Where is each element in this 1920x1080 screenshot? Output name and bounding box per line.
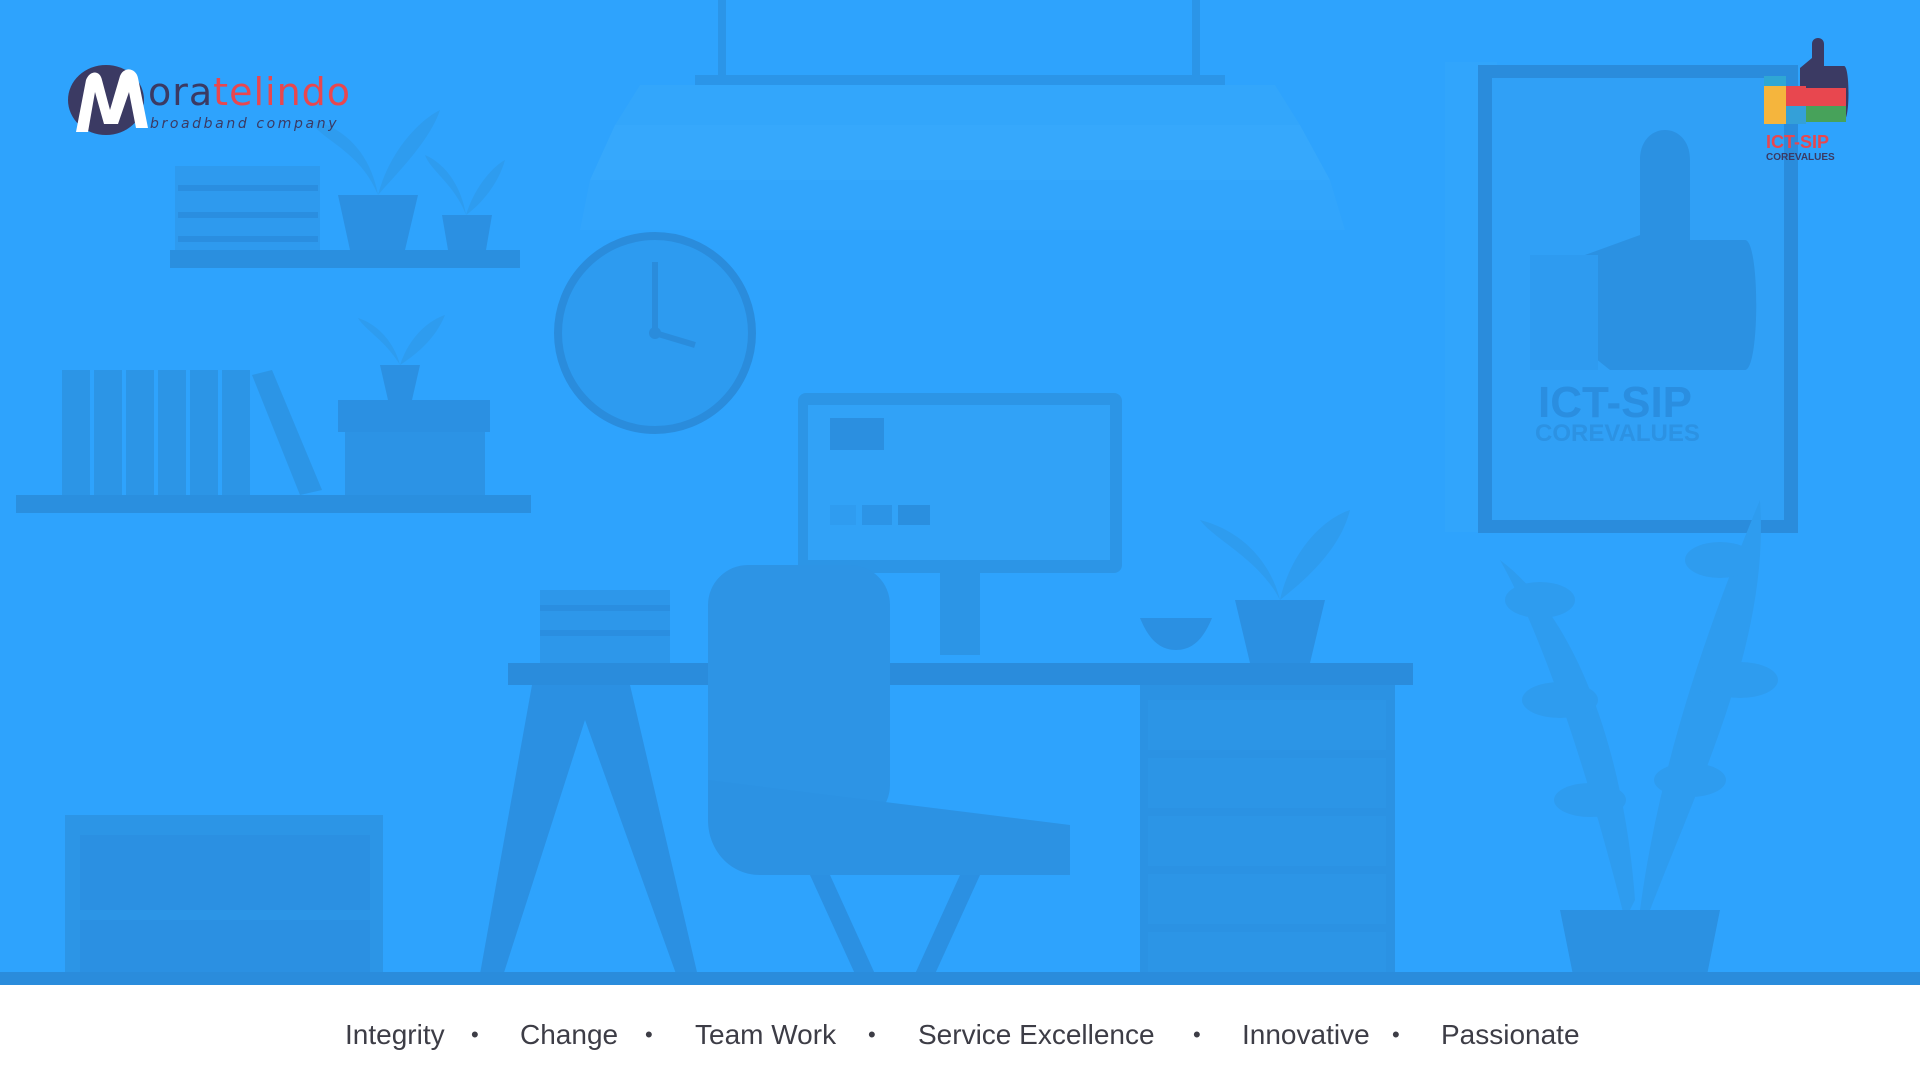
value-service-excellence: Service Excellence [918,1019,1155,1050]
value-change: Change [520,1019,619,1050]
logo-m-icon [68,65,148,135]
badge-subtitle: COREVALUES [1766,152,1835,163]
lower-shelf [16,315,531,513]
value-separator: • [1392,1022,1400,1047]
value-innovative: Innovative [1242,1019,1370,1050]
value-integrity: Integrity [345,1019,445,1050]
badge-title: ICT-SIP [1766,132,1830,152]
brand-name-dark: ora [148,70,214,114]
brand-tagline: broadband company [150,116,340,132]
core-values-footer: Integrity • Change • Team Work • Service… [0,985,1920,1080]
brand-name-red: telindo [213,70,352,114]
floor-line [0,972,1920,985]
ceiling-lamp-icon [580,0,1345,230]
value-passionate: Passionate [1441,1019,1580,1050]
poster-subtitle: COREVALUES [1535,420,1700,447]
moratelindo-logo: oratelindo broadband company [66,62,376,142]
brand-name: oratelindo [148,72,351,112]
framed-poster [1445,62,1798,533]
office-illustration-background: ICT-SIP COREVALUES [0,0,1920,985]
value-team-work: Team Work [695,1019,837,1050]
wall-clock-icon [554,232,756,434]
office-scene [0,0,1920,985]
side-cabinet [65,815,383,985]
value-separator: • [868,1022,876,1047]
value-separator: • [471,1022,479,1047]
thumbs-up-puzzle-icon [1764,38,1849,124]
core-values-list: Integrity • Change • Team Work • Service… [0,1015,1920,1055]
ict-sip-corevalues-badge: ICT-SIP COREVALUES [1756,38,1852,166]
value-separator: • [1193,1022,1201,1047]
office-chair [708,565,1070,985]
value-separator: • [645,1022,653,1047]
floor-plant-icon [1500,500,1778,985]
